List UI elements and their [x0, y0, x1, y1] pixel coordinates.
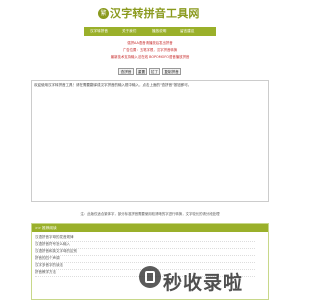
notice-text-1: 强拼AA语音请播放后发出拼音	[127, 41, 173, 45]
notice-text-2: 广告位置：五笔字根，汉字拼音转换	[122, 48, 178, 52]
site-title[interactable]: 汉字转拼音工具网	[110, 5, 200, 21]
notice-line-1[interactable]: 强拼AA语音请播放后发出拼音	[0, 40, 300, 46]
main-nav: 汉字转拼音 关于我们 播放说明 留言建议	[84, 27, 216, 36]
notice-text-3: 最新技术支持输入法在线 BOPOMOFO语音播放拼音	[110, 55, 190, 59]
related-heading: >> 推荐阅读	[32, 224, 268, 232]
notice-line-3[interactable]: 最新技术支持输入法在线 BOPOMOFO语音播放拼音	[0, 54, 300, 60]
lookup-pinyin-button[interactable]: 查拼音	[118, 68, 134, 75]
toolbar: 查拼音 重置 拉丁 复制拼音	[0, 68, 300, 76]
watermark: 秒收录啦	[163, 272, 244, 294]
logo-mark: 繁	[98, 8, 109, 19]
nav-item-feedback[interactable]: 留言建议	[180, 27, 194, 36]
copy-pinyin-button[interactable]: 复制拼音	[162, 68, 181, 75]
watermark-logo-icon	[139, 266, 161, 288]
latin-button[interactable]: 拉丁	[149, 68, 160, 75]
nav-item-convert[interactable]: 汉字转拼音	[90, 27, 108, 36]
header: 繁 汉字转拼音工具网	[0, 0, 300, 24]
notice-line-2[interactable]: 广告位置：五笔字根，汉字拼音转换	[0, 47, 300, 53]
nav-item-guide[interactable]: 播放说明	[152, 27, 166, 36]
text-input-content: 欢迎使用汉字转拼音工具！请在需要翻译成汉字拼音的输入框中输入，点击上面的"查拼音…	[34, 83, 192, 87]
hint-text: 注：此版仅适合繁体字，部分标准拼音需要使用较清晰的字进行转换，文字较长的请分段处…	[80, 212, 220, 216]
text-input[interactable]: 欢迎使用汉字转拼音工具！请在需要翻译成汉字拼音的输入框中输入，点击上面的"查拼音…	[31, 80, 269, 202]
nav-item-about[interactable]: 关于我们	[122, 27, 136, 36]
reset-button[interactable]: 重置	[136, 68, 147, 75]
